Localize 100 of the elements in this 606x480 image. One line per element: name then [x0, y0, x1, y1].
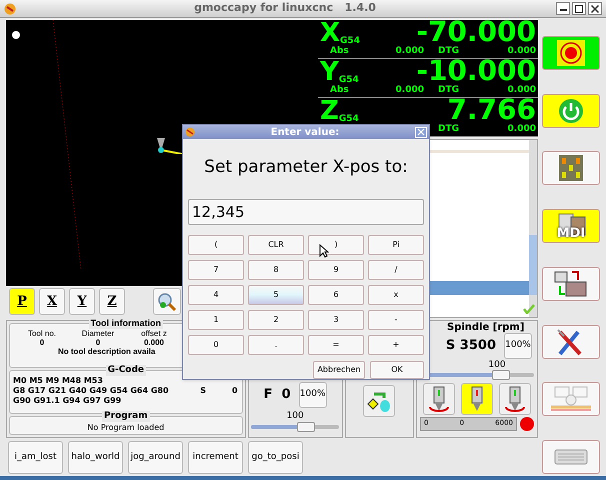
coordinate-system: G54	[338, 115, 359, 124]
minimize-icon	[560, 9, 566, 11]
computer-machine-icon	[554, 270, 588, 298]
feed-rate: F 0	[264, 386, 291, 404]
coolant-button[interactable]	[363, 385, 396, 417]
dtg-value: 0.000	[508, 46, 536, 57]
abs-value: 0.000	[394, 46, 424, 57]
keyboard-icon	[554, 446, 588, 467]
spindle-override-button[interactable]: 100%	[504, 333, 532, 359]
spindle-label: S	[200, 386, 206, 396]
macro-button[interactable]: halo_world	[68, 441, 123, 474]
keypad-key[interactable]: x	[368, 285, 424, 305]
axis-value: -10.000	[416, 57, 536, 85]
slider-value: 100	[286, 410, 304, 422]
user-button[interactable]	[542, 382, 600, 416]
dialog-title: Enter value:	[270, 126, 340, 140]
keypad-key[interactable]: 2	[248, 310, 304, 330]
keypad-key[interactable]: (	[188, 235, 244, 255]
slider-handle[interactable]	[296, 422, 315, 432]
tool-cone-icon	[156, 138, 182, 154]
keypad-key[interactable]: 0	[188, 335, 244, 355]
maximize-icon	[575, 4, 583, 12]
user-icon	[551, 385, 591, 414]
keypad-key[interactable]: 4	[188, 285, 244, 305]
jog-keypad-icon	[559, 155, 583, 182]
close-icon	[591, 4, 599, 12]
group-title: Spindle [rpm]	[447, 321, 524, 335]
axis-label: Y	[320, 59, 339, 85]
program-status: No Program loaded	[87, 422, 164, 434]
manual-button[interactable]	[542, 151, 600, 186]
keypad-key[interactable]: -	[368, 310, 424, 330]
abs-label: Abs	[330, 46, 350, 57]
dialog-button[interactable]: Abbrechen	[313, 361, 365, 379]
group-title: Program	[102, 411, 150, 422]
dtg-value: 0.000	[508, 85, 536, 96]
check-icon	[523, 304, 535, 314]
spindle-stop-button[interactable]	[461, 382, 493, 414]
keypad-key[interactable]: 1	[188, 310, 244, 330]
feed-override-button[interactable]: 100%	[298, 382, 327, 408]
axis-value: 7.766	[447, 96, 536, 124]
slider-value: 100	[488, 359, 506, 372]
zoom-button[interactable]	[153, 288, 181, 315]
slider-track[interactable]	[251, 425, 340, 429]
auto-button[interactable]	[542, 266, 600, 301]
power-icon	[558, 98, 584, 124]
keypad-key[interactable]: Pi	[368, 235, 424, 255]
abs-value: 0.000	[394, 85, 424, 96]
view-button[interactable]: P	[9, 288, 35, 315]
slider-handle[interactable]	[492, 370, 510, 380]
scrollbar[interactable]	[529, 140, 537, 317]
keypad-key[interactable]: 7	[188, 260, 244, 280]
spindle-speed: S 3500	[446, 337, 496, 356]
dtg-label: DTG	[438, 124, 459, 135]
minimize-button[interactable]	[556, 2, 570, 15]
gcode-line: G90 G91.1 G94 G97 G99	[13, 396, 122, 406]
dtg-label: DTG	[438, 85, 459, 96]
maximize-button[interactable]	[572, 2, 586, 15]
power-button[interactable]	[542, 94, 600, 128]
keypad-key[interactable]: +	[368, 335, 424, 355]
settings-button[interactable]	[542, 324, 600, 359]
estop-button[interactable]	[542, 36, 600, 70]
column-label: Tool no.	[26, 329, 58, 338]
macro-button[interactable]: i_am_lost	[8, 441, 63, 474]
keypad-key[interactable]: /	[368, 260, 424, 280]
value-field[interactable]: 12,345	[188, 199, 424, 225]
view-button[interactable]: Y	[69, 288, 95, 315]
keyboard-button[interactable]	[542, 440, 600, 474]
spindle-value: 0	[232, 386, 238, 396]
dialog-button[interactable]: OK	[370, 361, 424, 379]
macro-button[interactable]: go_to_posi	[248, 441, 303, 474]
keypad-key[interactable]: 8	[248, 260, 304, 280]
keypad-key[interactable]: 5	[248, 285, 304, 305]
keypad-key[interactable]: 6	[308, 285, 364, 305]
spindle-direction-button[interactable]	[423, 382, 455, 414]
dtg-value: 0.000	[508, 124, 536, 135]
column-value: 0	[38, 338, 46, 347]
view-button[interactable]: X	[39, 288, 65, 315]
column-value: 0	[94, 338, 102, 347]
column-value: 0.000	[142, 338, 166, 347]
close-button[interactable]	[588, 2, 602, 15]
axis-label: X	[320, 20, 340, 46]
keypad-key[interactable]: CLR	[248, 235, 304, 255]
coordinate-system: G54	[338, 76, 359, 85]
column-label: offset z	[140, 329, 168, 338]
keypad-key[interactable]: 9	[308, 260, 364, 280]
keypad-key[interactable]: .	[248, 335, 304, 355]
column-label: Diameter	[80, 329, 116, 338]
app-icon	[185, 127, 195, 137]
keypad-key[interactable]: 3	[308, 310, 364, 330]
window-title: gmoccapy for linuxcnc 1.4.0	[193, 0, 377, 16]
tool-description: No tool description availa	[58, 347, 156, 356]
zoom-in-icon	[157, 292, 177, 312]
macro-button[interactable]: jog_around	[128, 441, 183, 474]
origin-marker-icon	[12, 31, 20, 39]
keypad-key[interactable]: =	[308, 335, 364, 355]
macro-button[interactable]: increment	[188, 441, 243, 474]
spindle-direction-button[interactable]	[499, 382, 531, 414]
keypad-key[interactable]: )	[308, 235, 364, 255]
close-icon	[417, 128, 425, 136]
view-button[interactable]: Z	[99, 288, 125, 315]
